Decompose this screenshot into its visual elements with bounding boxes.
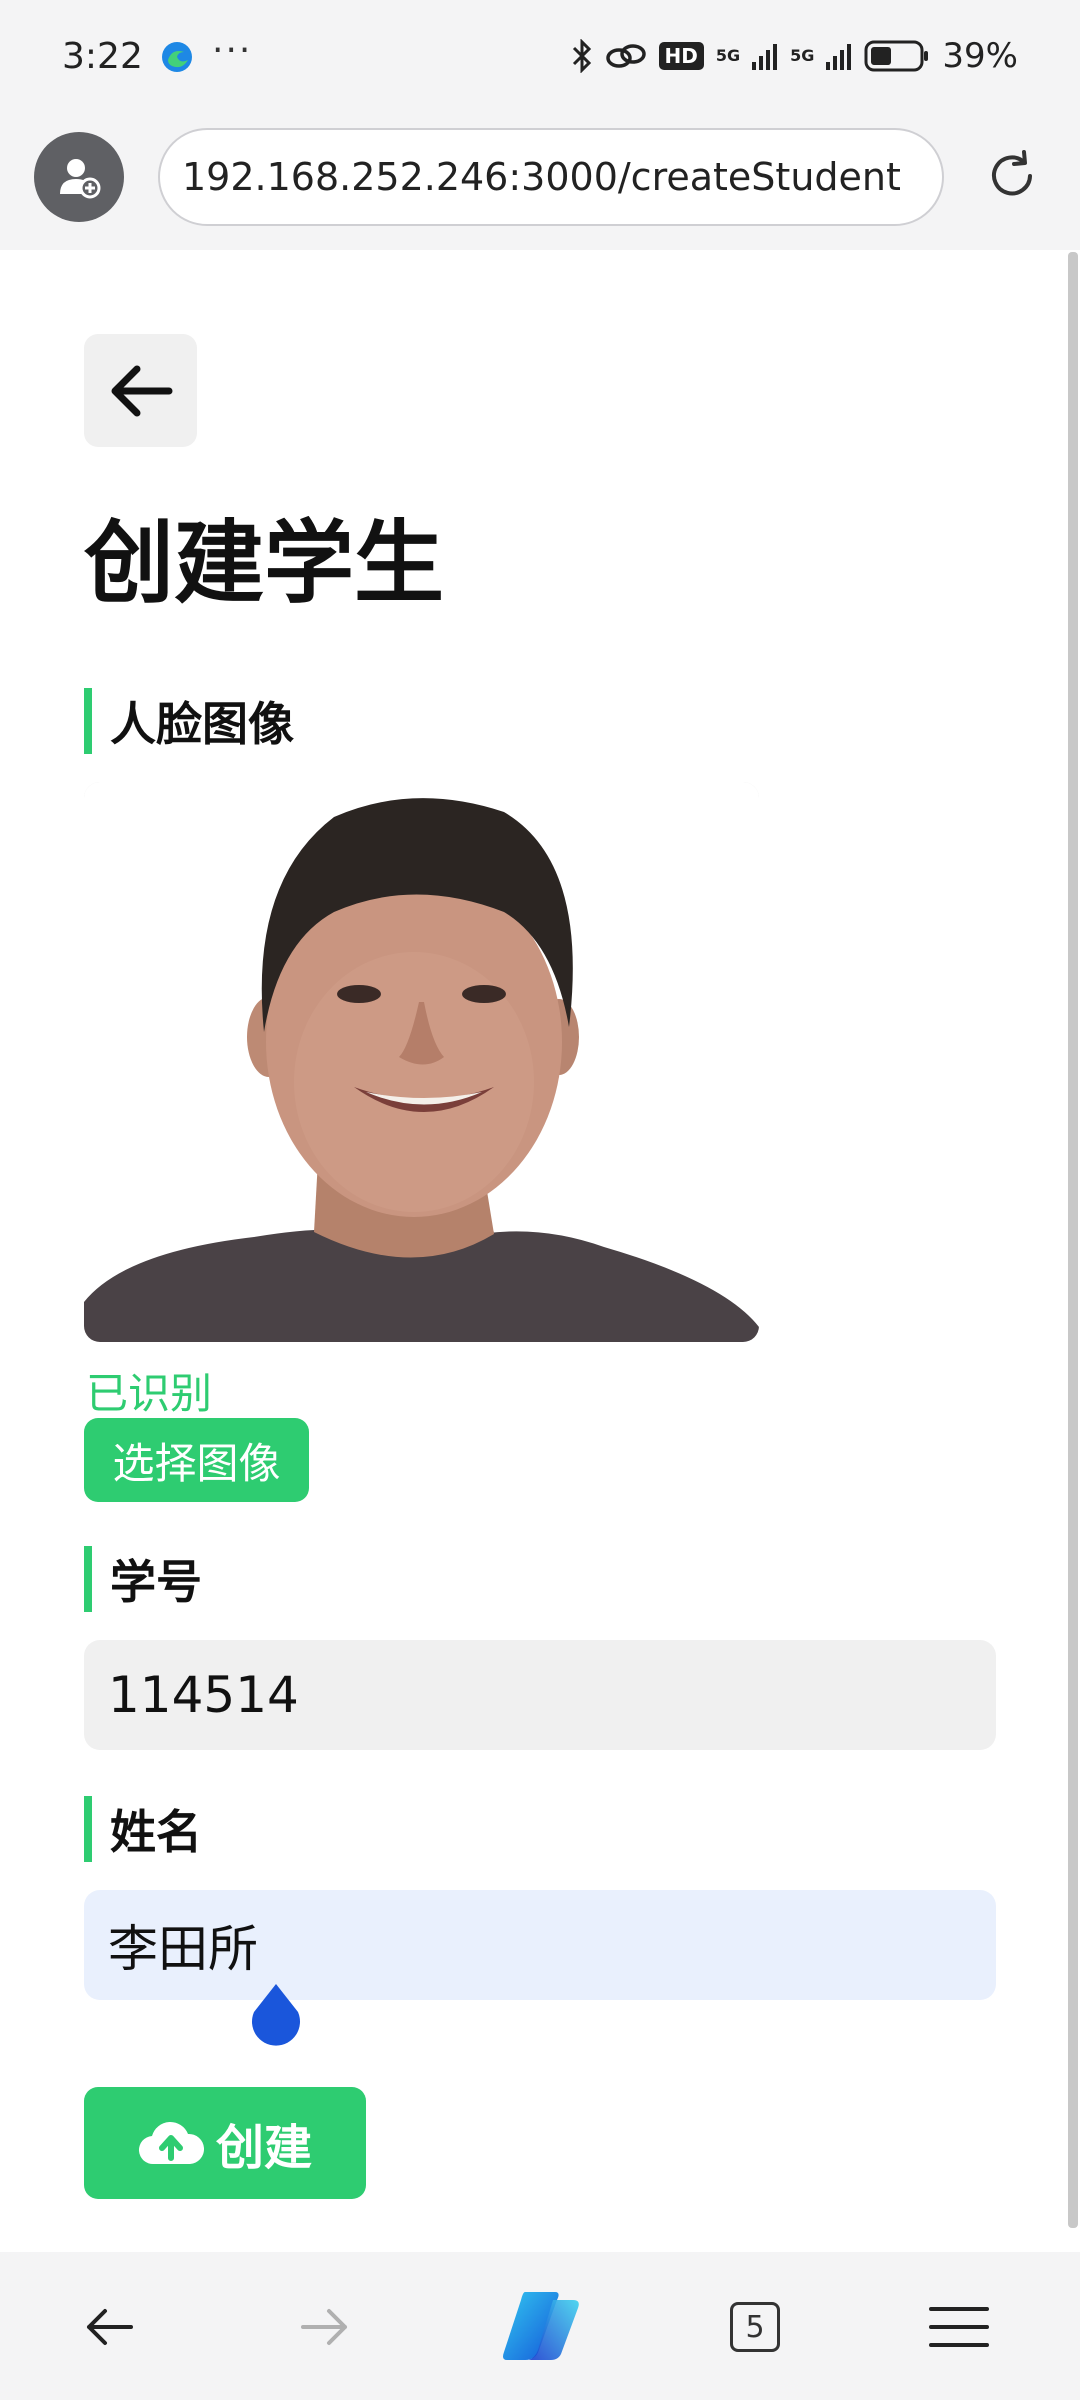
text-cursor-handle[interactable] (248, 1982, 304, 2050)
create-button[interactable]: 创建 (84, 2087, 366, 2199)
page-title: 创建学生 (84, 511, 444, 616)
back-button[interactable] (84, 334, 197, 447)
student-id-label: 学号 (84, 1546, 202, 1612)
link-icon (605, 44, 646, 68)
face-image-label: 人脸图像 (84, 688, 294, 754)
bluetooth-icon (572, 39, 591, 73)
tabs-count: 5 (730, 2302, 780, 2352)
copilot-icon (503, 2292, 579, 2360)
signal-1-icon (752, 44, 778, 70)
status-more-icon: ··· (212, 30, 253, 71)
status-bar: 3:22 ··· HD 5G 5G 39% (0, 0, 1080, 118)
edge-icon (162, 42, 192, 72)
nav-back-button[interactable] (74, 2292, 144, 2362)
signal-1-label: 5G (715, 46, 741, 65)
menu-button[interactable] (924, 2292, 994, 2362)
menu-icon (929, 2307, 989, 2347)
name-input[interactable]: 李田所 (84, 1890, 996, 2000)
cloud-upload-icon (138, 2122, 204, 2165)
signal-2-label: 5G (790, 46, 815, 65)
tabs-button[interactable]: 5 (720, 2292, 790, 2362)
hd-badge: HD (658, 42, 704, 70)
face-image (84, 782, 759, 1342)
recognized-status: 已识别 (86, 1369, 213, 1418)
select-image-button[interactable]: 选择图像 (84, 1418, 309, 1502)
create-button-label: 创建 (215, 2120, 312, 2176)
page-scrollbar[interactable] (1068, 252, 1078, 2228)
reload-icon[interactable] (984, 148, 1040, 204)
face-photo (84, 782, 759, 1342)
student-id-input[interactable]: 114514 (84, 1640, 996, 1750)
status-icons: HD 5G 5G 39% (571, 36, 1018, 76)
signal-2-icon (826, 44, 852, 70)
name-label: 姓名 (84, 1796, 202, 1862)
url-input[interactable]: 192.168.252.246:3000/createStudent (158, 128, 944, 226)
copilot-button[interactable] (496, 2286, 586, 2366)
nav-forward-button[interactable] (290, 2292, 360, 2362)
status-time: 3:22 (62, 36, 143, 77)
profile-button[interactable] (34, 132, 124, 222)
arrow-left-icon (87, 2309, 133, 2345)
arrow-left-icon (111, 365, 172, 416)
browser-bottom-nav: 5 (0, 2252, 1080, 2400)
battery-percent: 39% (942, 36, 1018, 76)
battery-icon (864, 40, 929, 72)
add-profile-icon (60, 159, 101, 199)
arrow-right-icon (301, 2309, 347, 2345)
browser-address-area: 192.168.252.246:3000/createStudent (0, 118, 1080, 250)
